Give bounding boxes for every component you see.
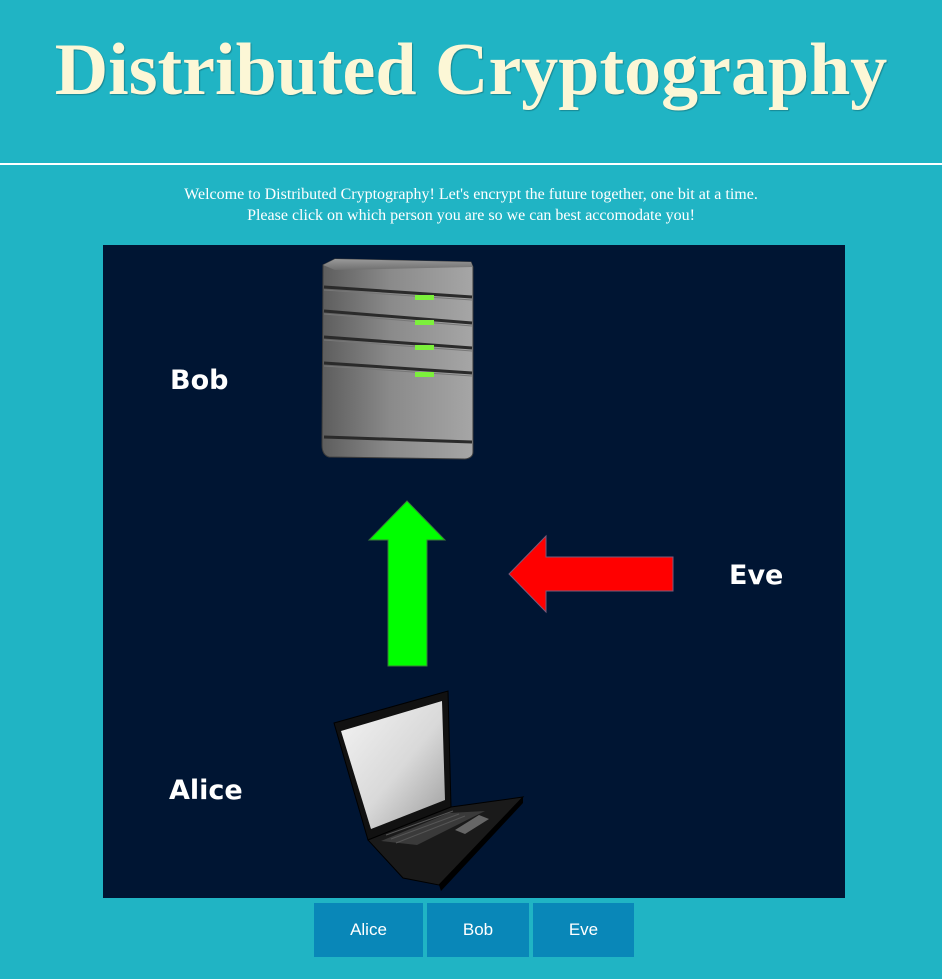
intro-text: Welcome to Distributed Cryptography! Let…: [0, 184, 942, 226]
cryptography-diagram[interactable]: Bob Eve Alice: [103, 245, 845, 898]
intro-line-welcome: Welcome to Distributed Cryptography! Let…: [184, 186, 758, 203]
server-led: [415, 345, 434, 350]
server-led: [415, 295, 434, 300]
header-divider: [0, 163, 942, 165]
diagram-label-bob: Bob: [170, 365, 228, 396]
server-led: [415, 372, 434, 377]
alice-button[interactable]: Alice: [314, 903, 423, 957]
bob-button[interactable]: Bob: [427, 903, 529, 957]
server-led: [415, 320, 434, 325]
eve-button[interactable]: Eve: [533, 903, 634, 957]
server-icon: [321, 258, 474, 460]
arrow-up-icon: [367, 500, 447, 667]
intro-line-instruction: Please click on which person you are so …: [247, 207, 695, 224]
diagram-label-alice: Alice: [169, 775, 243, 806]
diagram-label-eve: Eve: [729, 560, 783, 591]
arrow-left-icon: [508, 534, 674, 614]
role-button-group: Alice Bob Eve: [0, 903, 942, 957]
page-title: Distributed Cryptography: [54, 29, 888, 111]
laptop-icon: [333, 690, 525, 891]
